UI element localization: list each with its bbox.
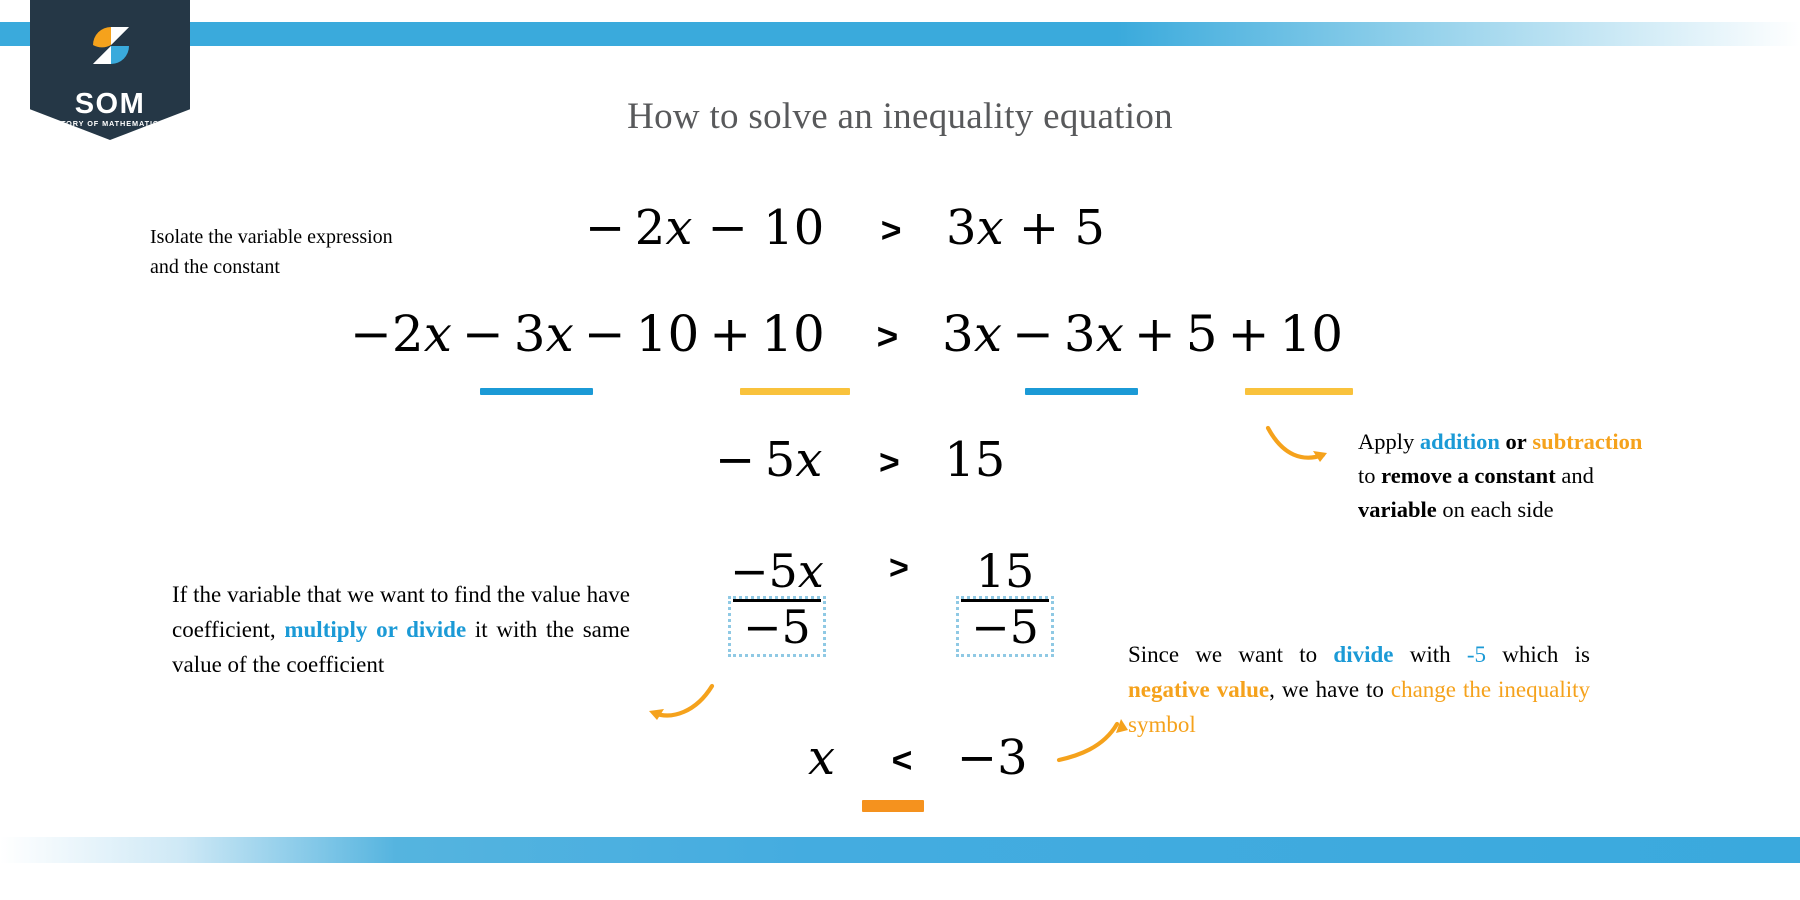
- note-addition-line2-b: and: [1555, 463, 1594, 489]
- eq3-operator: >: [878, 441, 900, 482]
- eq4-operator: >: [889, 548, 909, 587]
- marker-amber-lhs-constant: [740, 388, 850, 395]
- step1-label: Isolate the variable expression and the …: [150, 222, 500, 283]
- marker-blue-rhs-variable: [1025, 388, 1138, 395]
- note-flip-seg2: with: [1393, 642, 1467, 667]
- eq1-operator: >: [880, 209, 902, 250]
- top-accent-bar: [0, 22, 1800, 46]
- eq4-lhs-numerator: −5x: [730, 544, 824, 598]
- eq3-rhs: 15: [944, 432, 1006, 488]
- som-logo-icon: [93, 27, 129, 64]
- note-addition-em-variable: variable: [1358, 497, 1437, 523]
- equation-line-3: − 5x > 15: [715, 432, 1005, 488]
- marker-amber-rhs-constant: [1245, 388, 1353, 395]
- eq5-lhs: x: [808, 730, 836, 786]
- note-addition-line2: to remove a constant and: [1358, 459, 1778, 493]
- note-flip-symbol: Since we want to divide with -5 which is…: [1128, 638, 1590, 743]
- note-addition-em-remove-constant: remove a constant: [1381, 463, 1556, 489]
- eq4-lhs-denominator: −5: [732, 598, 821, 652]
- step1-label-line2: and the constant: [150, 256, 280, 279]
- note-addition-em-subtraction: subtraction: [1532, 429, 1643, 454]
- eq5-operator: <: [891, 739, 913, 780]
- eq4-rhs-denominator-box: −5: [956, 595, 1054, 657]
- note-flip-seg4: , we have to: [1269, 676, 1391, 702]
- eq4-lhs-denominator-box: −5: [727, 595, 826, 657]
- eq1-rhs: 3x + 5: [946, 200, 1105, 256]
- page-title: How to solve an inequality equation: [627, 96, 1173, 137]
- eq2-operator: >: [876, 315, 899, 357]
- equation-line-4: −5x −5 > 15 −5: [720, 544, 1054, 657]
- brand-name: SOM: [74, 88, 146, 120]
- note-addition-line2-a: to: [1358, 463, 1382, 489]
- eq4-rhs-fraction: 15 −5: [956, 544, 1054, 657]
- note-flip-em-divide: divide: [1333, 642, 1394, 667]
- bottom-accent-bar: [0, 837, 1800, 863]
- equation-line-5: x < −3: [808, 730, 1028, 786]
- note-flip-em-negative-value: negative value: [1128, 676, 1270, 702]
- note-addition-line3: variable on each side: [1358, 493, 1778, 527]
- equation-line-2: −2x − 3x − 10 + 10 > 3x − 3x + 5 + 10: [350, 305, 1343, 363]
- note-addition-seg1: Apply: [1358, 429, 1420, 454]
- eq3-lhs: − 5x: [715, 432, 823, 488]
- eq4-rhs-numerator: 15: [975, 544, 1035, 598]
- step1-label-line1: Isolate the variable expression: [150, 226, 393, 248]
- curved-arrow-right-icon: [1265, 425, 1327, 462]
- note-coefficient-em-multiply-divide: multiply or divide: [284, 616, 467, 642]
- eq2-lhs: −2x − 3x − 10 + 10: [350, 305, 825, 363]
- curved-arrow-left-icon: [649, 683, 715, 720]
- note-addition-line1: Apply addition or subtraction: [1358, 425, 1778, 459]
- note-flip-seg3: which is: [1486, 642, 1590, 667]
- eq5-rhs: −3: [956, 730, 1028, 786]
- marker-blue-lhs-variable: [480, 388, 593, 395]
- eq4-lhs-fraction: −5x −5: [720, 544, 834, 657]
- slide-canvas: SOM STORY OF MATHEMATICS How to solve an…: [0, 0, 1800, 900]
- eq4-rhs-denominator: −5: [961, 598, 1049, 652]
- note-addition-em-addition: addition: [1419, 429, 1500, 454]
- note-flip-em-value: -5: [1466, 642, 1486, 667]
- marker-orange-flipped-symbol: [862, 800, 924, 812]
- equation-line-1: − 2x − 10 > 3x + 5: [585, 200, 1105, 256]
- curved-arrow-up-right-icon: [1056, 719, 1128, 763]
- eq1-lhs: − 2x − 10: [585, 200, 825, 256]
- eq2-rhs: 3x − 3x + 5 + 10: [942, 305, 1344, 363]
- note-addition-subtraction: Apply addition or subtraction to remove …: [1358, 425, 1778, 528]
- note-addition-em-or: or: [1505, 429, 1527, 454]
- note-flip-seg1: Since we want to: [1128, 642, 1334, 667]
- note-addition-line3-b: on each side: [1436, 497, 1554, 523]
- note-coefficient: If the variable that we want to find the…: [172, 578, 630, 683]
